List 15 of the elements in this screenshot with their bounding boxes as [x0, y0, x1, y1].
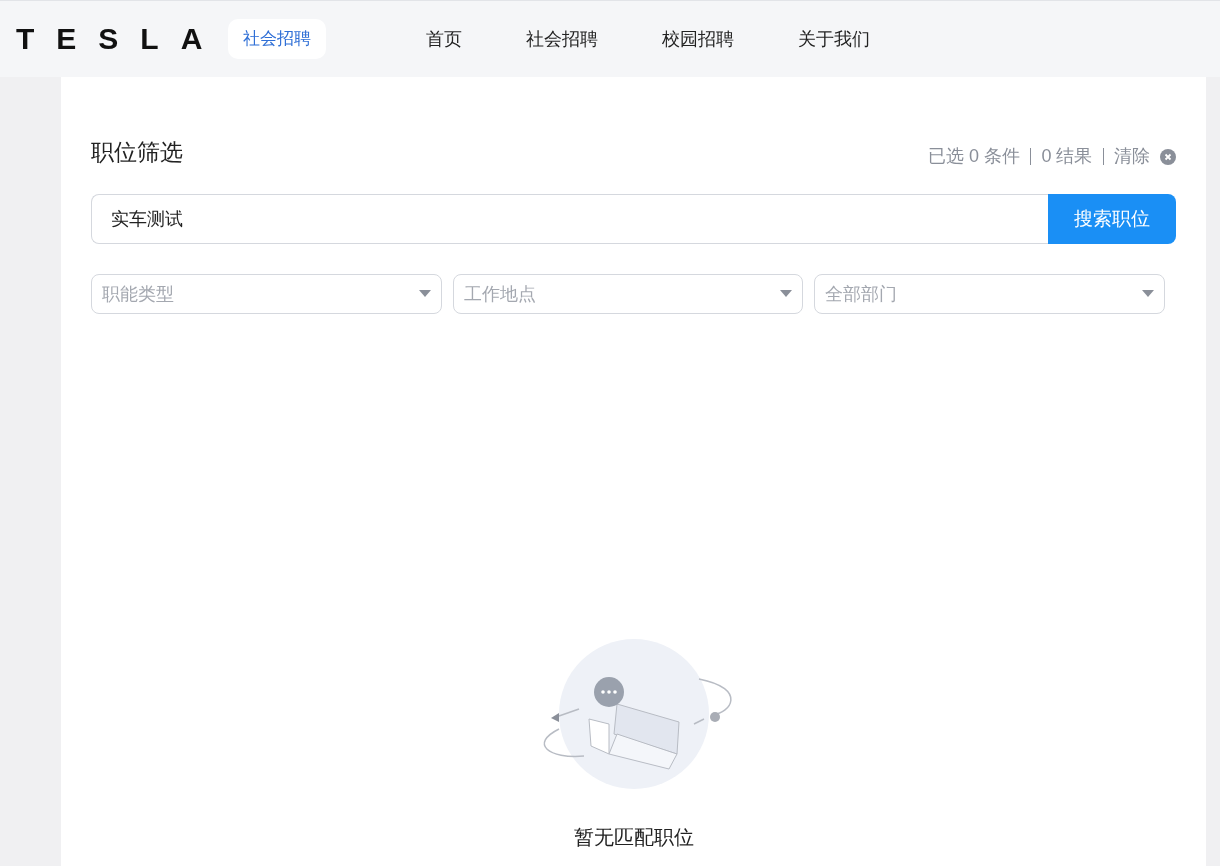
summary-text: 0 结果 [1041, 145, 1093, 168]
search-field[interactable]: 实车测试 [91, 194, 1048, 244]
summary-text: 已选 0 条件 [927, 145, 1020, 168]
caret-icon [1142, 290, 1154, 298]
section-title: 职位筛选 [91, 138, 183, 168]
empty-message: 暂无匹配职位 [573, 825, 694, 850]
nav-link[interactable]: 社会招聘 [494, 25, 631, 53]
nav-link[interactable]: 首页 [394, 25, 495, 53]
nav-link[interactable]: 关于我们 [766, 25, 903, 53]
caret-icon [780, 290, 793, 298]
clear-icon[interactable] [1160, 148, 1176, 165]
logo[interactable]: TESLA [16, 24, 225, 54]
section-badge: 社会招聘 [228, 19, 327, 59]
caret-icon [418, 290, 431, 298]
nav-link[interactable]: 校园招聘 [630, 25, 767, 53]
